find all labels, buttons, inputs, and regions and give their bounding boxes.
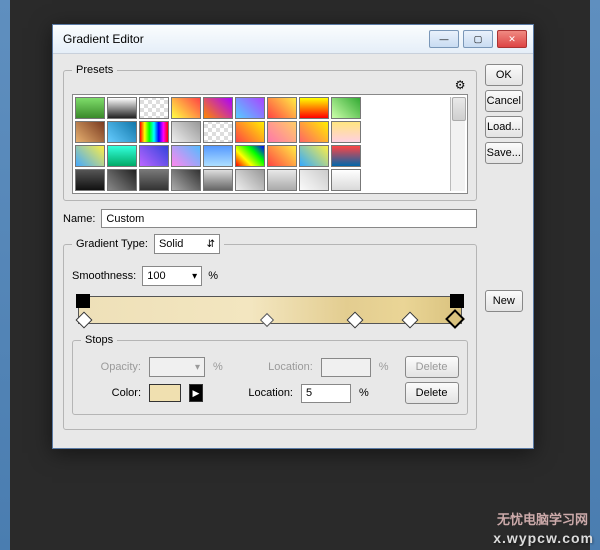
window-title: Gradient Editor [59, 32, 429, 46]
watermark-cn: 无忧电脑学习网 [497, 509, 588, 528]
location1-input [321, 358, 371, 377]
preset-swatch[interactable] [139, 97, 169, 119]
location2-input[interactable] [301, 384, 351, 403]
preset-swatch-grid [75, 97, 446, 191]
preset-swatch[interactable] [299, 145, 329, 167]
load-button[interactable]: Load... [485, 116, 523, 138]
preset-swatch[interactable] [299, 121, 329, 143]
preset-swatch[interactable] [235, 97, 265, 119]
location2-label: Location: [233, 387, 293, 399]
gradient-type-label: Gradient Type: [76, 238, 148, 250]
preset-swatch[interactable] [107, 145, 137, 167]
color-delete-button[interactable]: Delete [405, 382, 459, 404]
preset-swatch[interactable] [139, 121, 169, 143]
preset-swatch[interactable] [331, 145, 361, 167]
preset-swatch[interactable] [235, 145, 265, 167]
opacity-delete-button: Delete [405, 356, 459, 378]
color-picker-arrow-icon[interactable]: ▶ [189, 384, 203, 402]
preset-swatch[interactable] [331, 169, 361, 191]
preset-swatch[interactable] [267, 97, 297, 119]
preset-swatch[interactable] [107, 121, 137, 143]
presets-legend: Presets [76, 64, 113, 76]
new-button[interactable]: New [485, 290, 523, 312]
gradient-preview[interactable] [72, 296, 468, 324]
preset-swatch[interactable] [235, 121, 265, 143]
gradient-type-select[interactable]: Solid⇵ [154, 234, 220, 254]
preset-swatch[interactable] [203, 145, 233, 167]
preset-swatch[interactable] [171, 97, 201, 119]
preset-swatch[interactable] [299, 97, 329, 119]
preset-swatch[interactable] [267, 169, 297, 191]
preset-swatch[interactable] [331, 121, 361, 143]
preset-swatch[interactable] [75, 145, 105, 167]
smoothness-unit: % [208, 270, 218, 282]
preset-swatch[interactable] [139, 145, 169, 167]
opacity-stop-left[interactable] [76, 294, 90, 308]
color-label: Color: [81, 387, 141, 399]
chevron-updown-icon: ⇵ [207, 239, 215, 250]
preset-swatch[interactable] [203, 97, 233, 119]
opacity-label: Opacity: [81, 361, 141, 373]
preset-swatch[interactable] [107, 97, 137, 119]
cancel-button[interactable]: Cancel [485, 90, 523, 112]
maximize-button[interactable]: ▢ [463, 30, 493, 48]
gradient-type-group: Gradient Type: Solid⇵ Smoothness: 100▾ % [63, 234, 477, 430]
location1-label: Location: [253, 361, 313, 373]
preset-swatch[interactable] [267, 121, 297, 143]
preset-swatch[interactable] [171, 121, 201, 143]
preset-swatch[interactable] [75, 169, 105, 191]
save-button[interactable]: Save... [485, 142, 523, 164]
ok-button[interactable]: OK [485, 64, 523, 86]
opacity-stop-right[interactable] [450, 294, 464, 308]
stops-legend: Stops [81, 334, 117, 346]
preset-swatch[interactable] [75, 121, 105, 143]
name-input[interactable] [101, 209, 476, 228]
gradient-editor-window: Gradient Editor — ▢ ✕ Presets ⚙ Na [52, 24, 534, 449]
preset-swatch[interactable] [171, 145, 201, 167]
smoothness-input[interactable]: 100▾ [142, 266, 202, 286]
stops-group: Stops Opacity: ▾ % Location: % Delete Co… [72, 334, 468, 415]
preset-swatch[interactable] [299, 169, 329, 191]
smoothness-label: Smoothness: [72, 270, 136, 282]
opacity-input: ▾ [149, 357, 205, 377]
presets-group: Presets ⚙ [63, 64, 477, 201]
preset-swatch[interactable] [331, 97, 361, 119]
presets-scrollbar[interactable] [450, 97, 465, 191]
scrollbar-thumb[interactable] [452, 97, 466, 121]
preset-swatch[interactable] [203, 169, 233, 191]
preset-swatch[interactable] [139, 169, 169, 191]
preset-swatch[interactable] [267, 145, 297, 167]
minimize-button[interactable]: — [429, 30, 459, 48]
presets-gear-icon[interactable]: ⚙ [455, 78, 466, 92]
preset-swatch[interactable] [235, 169, 265, 191]
watermark-url: x.wypcw.com [493, 530, 594, 546]
close-button[interactable]: ✕ [497, 30, 527, 48]
chevron-down-icon: ▾ [192, 271, 197, 282]
titlebar[interactable]: Gradient Editor — ▢ ✕ [53, 25, 533, 54]
color-swatch[interactable] [149, 384, 181, 402]
name-label: Name: [63, 213, 95, 225]
preset-swatch[interactable] [171, 169, 201, 191]
preset-swatch[interactable] [75, 97, 105, 119]
preset-swatch[interactable] [203, 121, 233, 143]
preset-swatch[interactable] [107, 169, 137, 191]
